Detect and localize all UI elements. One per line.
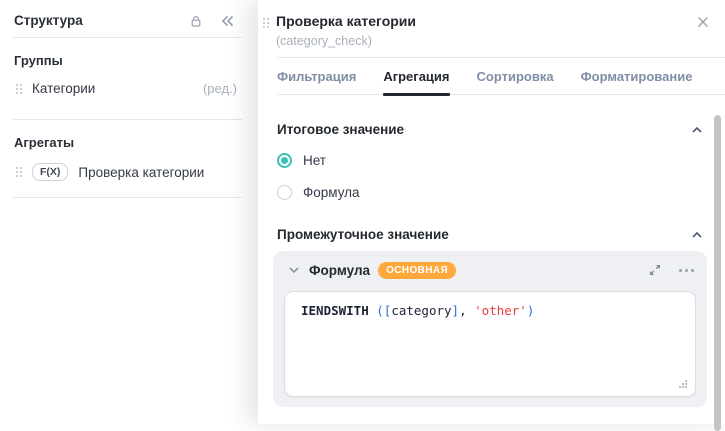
code-token: IENDSWITH bbox=[301, 303, 376, 318]
code-token: ([ bbox=[376, 303, 391, 318]
code-token: ] bbox=[452, 303, 460, 318]
list-item-label: Проверка категории bbox=[78, 165, 204, 180]
total-value-section-header: Итоговое значение bbox=[277, 122, 703, 137]
tab-formatting[interactable]: Форматирование bbox=[581, 58, 693, 94]
formula-card: Формула ОСНОВНАЯ IENDSWITH ([category], … bbox=[273, 251, 707, 407]
drawer-subtitle: (category_check) bbox=[276, 34, 416, 48]
drag-handle-icon[interactable] bbox=[263, 18, 269, 28]
structure-panel: Структура Группы Категории (ред.) Агрега… bbox=[0, 0, 258, 424]
close-icon[interactable] bbox=[697, 16, 709, 28]
tab-sorting[interactable]: Сортировка bbox=[477, 58, 554, 94]
resize-grip-icon[interactable] bbox=[685, 386, 687, 388]
lock-icon[interactable] bbox=[189, 14, 203, 28]
drawer-title: Проверка категории bbox=[276, 13, 416, 30]
more-menu-icon[interactable] bbox=[679, 268, 696, 272]
section-title: Итоговое значение bbox=[277, 122, 691, 137]
panel-title: Структура bbox=[14, 13, 172, 28]
radio-icon[interactable] bbox=[277, 185, 292, 200]
code-token: category bbox=[391, 303, 451, 318]
chevron-up-icon[interactable] bbox=[691, 125, 703, 135]
list-item-label: Категории bbox=[32, 81, 95, 96]
formula-card-title: Формула bbox=[309, 263, 370, 278]
expand-icon[interactable] bbox=[648, 263, 662, 277]
drag-handle-icon[interactable] bbox=[16, 167, 22, 177]
vertical-scrollbar[interactable] bbox=[714, 115, 721, 431]
formula-code-line[interactable]: IENDSWITH ([category], 'other') bbox=[285, 292, 695, 330]
radio-label: Нет bbox=[303, 153, 326, 168]
divider bbox=[13, 119, 242, 120]
groups-heading: Группы bbox=[14, 53, 258, 68]
section-title: Промежуточное значение bbox=[277, 227, 691, 242]
tab-bar: Фильтрация Агрегация Сортировка Форматир… bbox=[277, 58, 725, 95]
field-editor-drawer: Проверка категории (category_check) Филь… bbox=[258, 0, 725, 424]
radio-icon[interactable] bbox=[277, 153, 292, 168]
tab-filtering[interactable]: Фильтрация bbox=[277, 58, 356, 94]
edit-hint[interactable]: (ред.) bbox=[203, 81, 237, 96]
code-token: 'other' bbox=[474, 303, 527, 318]
divider bbox=[13, 37, 242, 38]
chevron-down-icon[interactable] bbox=[288, 265, 300, 275]
drag-handle-icon[interactable] bbox=[16, 84, 22, 94]
collapse-panel-icon[interactable] bbox=[220, 15, 234, 27]
divider bbox=[13, 197, 242, 198]
code-token: , bbox=[459, 303, 474, 318]
primary-badge: ОСНОВНАЯ bbox=[378, 262, 456, 279]
structure-panel-header: Структура bbox=[14, 13, 234, 28]
formula-field-badge: F(X) bbox=[32, 163, 68, 181]
radio-option-formula[interactable]: Формула bbox=[277, 185, 725, 200]
code-token: ) bbox=[527, 303, 535, 318]
formula-code-editor[interactable]: IENDSWITH ([category], 'other') bbox=[284, 291, 696, 397]
formula-card-header: Формула ОСНОВНАЯ bbox=[284, 259, 696, 281]
radio-label: Формула bbox=[303, 185, 360, 200]
intermediate-value-section-header: Промежуточное значение bbox=[277, 227, 703, 242]
radio-option-none[interactable]: Нет bbox=[277, 153, 725, 168]
list-item-categories[interactable]: Категории (ред.) bbox=[16, 81, 237, 96]
drawer-header: Проверка категории (category_check) bbox=[258, 0, 725, 48]
list-item-category-check[interactable]: F(X) Проверка категории bbox=[16, 163, 237, 181]
tab-aggregation[interactable]: Агрегация bbox=[383, 58, 449, 94]
aggregates-heading: Агрегаты bbox=[14, 135, 258, 150]
chevron-up-icon[interactable] bbox=[691, 230, 703, 240]
